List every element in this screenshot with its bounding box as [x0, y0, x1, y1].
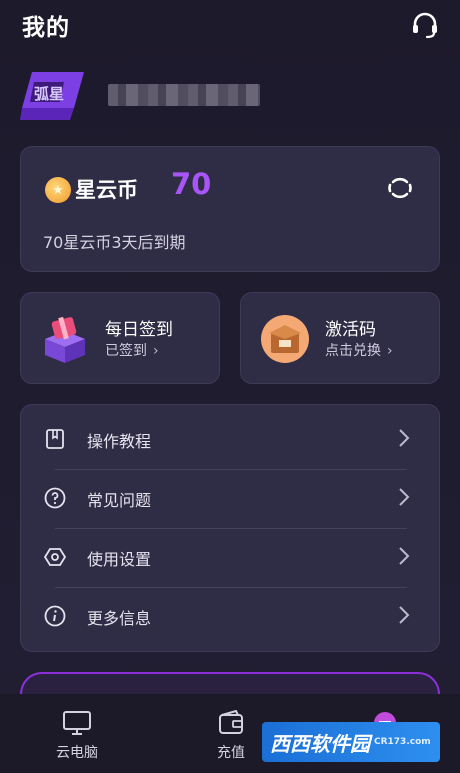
tab-label-cloud-pc: 云电脑: [56, 745, 98, 761]
menu-label-settings: 使用设置: [87, 550, 152, 569]
chevron-right-icon: [399, 547, 410, 565]
question-icon: [44, 487, 66, 509]
tab-cloud-pc[interactable]: 云电脑: [32, 704, 122, 764]
coin-card: ★ 星云币 70 70星云币3天后到期: [20, 146, 440, 272]
chevron-right-icon: [399, 429, 410, 447]
customer-support-button[interactable]: [410, 10, 440, 40]
coin-value: 70: [171, 167, 212, 201]
avatar-text: 弧星: [34, 85, 65, 103]
menu-label-tutorial: 操作教程: [87, 432, 152, 451]
watermark-logo: 西西软件园 CR173.com: [262, 722, 440, 762]
gift-icon: [45, 316, 85, 363]
username-blurred: [108, 84, 260, 106]
daily-checkin-sub: 已签到: [105, 343, 147, 359]
profile-section[interactable]: 弧星: [20, 68, 440, 124]
info-icon: [44, 605, 66, 627]
watermark-sub: CR173.com: [374, 737, 431, 747]
daily-checkin-title: 每日签到: [105, 320, 173, 340]
menu-item-more-info[interactable]: 更多信息: [21, 588, 441, 646]
refresh-button[interactable]: [385, 173, 415, 203]
daily-checkin-status: 已签到 ›: [105, 340, 159, 360]
chevron-right-icon: ›: [387, 343, 393, 359]
coin-label: 星云币: [75, 178, 138, 202]
coin-expiry-text: 70星云币3天后到期: [43, 233, 186, 252]
page-title: 我的: [22, 15, 70, 41]
watermark-text: 西西软件园: [270, 731, 370, 756]
box-icon: [261, 315, 309, 363]
activation-code-tile[interactable]: 激活码 点击兑换 ›: [240, 292, 440, 384]
activation-code-title: 激活码: [325, 320, 376, 340]
settings-icon: [43, 548, 67, 566]
daily-checkin-tile[interactable]: 每日签到 已签到 ›: [20, 292, 220, 384]
menu-label-faq: 常见问题: [87, 491, 152, 510]
book-icon: [46, 429, 64, 449]
chevron-right-icon: [399, 488, 410, 506]
activation-code-action: 点击兑换 ›: [325, 340, 393, 360]
chevron-right-icon: ›: [153, 343, 159, 359]
settings-menu: 操作教程 常见问题 使用设置 更多信息: [20, 404, 440, 652]
wallet-icon: [219, 710, 243, 734]
monitor-icon: [63, 711, 91, 735]
headset-icon: [413, 12, 437, 39]
menu-item-tutorial[interactable]: 操作教程: [21, 411, 441, 469]
menu-item-settings[interactable]: 使用设置: [21, 529, 441, 587]
chevron-right-icon: [399, 606, 410, 624]
refresh-icon: [388, 177, 412, 199]
coin-icon: ★: [45, 177, 71, 203]
activation-code-sub: 点击兑换: [325, 343, 381, 359]
header: 我的: [0, 0, 460, 50]
menu-item-faq[interactable]: 常见问题: [21, 470, 441, 528]
menu-label-more-info: 更多信息: [87, 609, 152, 628]
